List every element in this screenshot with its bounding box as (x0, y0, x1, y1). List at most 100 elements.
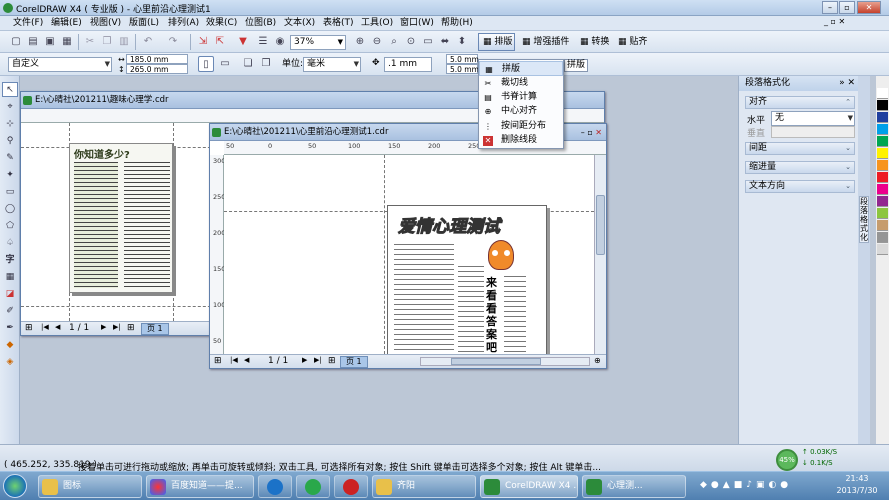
first-page-icon[interactable]: |◀ (41, 323, 49, 331)
scrollbar-thumb[interactable] (451, 358, 541, 365)
menu-table[interactable]: 表格(T) (320, 17, 357, 30)
menu-item-spine-calc[interactable]: ▤ 书脊计算 (479, 90, 563, 105)
taskbar-item-coreldraw[interactable]: CorelDRAW X4 ... (480, 475, 578, 498)
snap-button[interactable]: ▦ 贴齐 (616, 35, 649, 50)
zoom-height-icon[interactable]: ⬍ (454, 34, 470, 50)
doc-window-buttons[interactable]: – ▫ ✕ (581, 125, 602, 141)
pick-tool-icon[interactable]: ↖ (2, 82, 18, 97)
basic-shapes-tool-icon[interactable]: ♤ (2, 236, 18, 251)
convert-button[interactable]: ▦ 转换 (578, 35, 611, 50)
application-launcher-icon[interactable]: ▼ (235, 34, 251, 50)
menu-item-crop-marks[interactable]: ✂ 裁切线 (479, 76, 563, 91)
close-button[interactable]: ✕ (857, 1, 881, 14)
docker-close-icon[interactable]: » ✕ (839, 76, 855, 91)
color-swatch[interactable] (877, 148, 888, 159)
menu-item-paiban[interactable]: ▦ 拼版 (479, 61, 563, 76)
first-page-icon[interactable]: |◀ (230, 356, 238, 364)
color-swatch[interactable] (877, 232, 888, 243)
menu-arrange[interactable]: 排列(A) (165, 17, 202, 30)
menu-item-delete-lines[interactable]: ✕ 删除线段 (479, 133, 563, 148)
outline-tool-icon[interactable]: ✒ (2, 321, 18, 336)
export-icon[interactable]: ⇱ (212, 34, 228, 50)
current-page-icon[interactable]: ❐ (258, 56, 274, 72)
document-2-canvas[interactable]: 爱情心理测试 来看看答案吧 (224, 155, 594, 354)
save-icon[interactable]: ▣ (42, 34, 58, 50)
menu-item-center-align[interactable]: ⊕ 中心对齐 (479, 104, 563, 119)
smart-fill-tool-icon[interactable]: ✦ (2, 168, 18, 183)
taskbar-item-qiyang[interactable]: 齐阳 (372, 475, 476, 498)
vertical-scrollbar[interactable] (594, 155, 606, 354)
duplicate-x-input[interactable]: 5.0 mm (446, 54, 479, 64)
section-indent[interactable]: 缩进量 ⌄ (745, 161, 855, 174)
color-swatch[interactable] (877, 220, 888, 231)
duplicate-y-input[interactable]: 5.0 mm (446, 64, 479, 74)
zoom-width-icon[interactable]: ⬌ (437, 34, 453, 50)
zoom-all-icon[interactable]: ⊙ (403, 34, 419, 50)
zoom-selected-icon[interactable]: ⌕ (386, 34, 402, 50)
color-swatch[interactable] (877, 100, 888, 111)
prev-page-icon[interactable]: ◀ (244, 356, 249, 364)
scrollbar-thumb[interactable] (596, 195, 605, 255)
taskbar-item-doc[interactable]: 心理测... (582, 475, 686, 498)
menu-text[interactable]: 文本(X) (281, 17, 318, 30)
taskbar-item-browser[interactable]: 百度知道——提... (146, 475, 254, 498)
zoom-out-icon[interactable]: ⊖ (369, 34, 385, 50)
menu-help[interactable]: 帮助(H) (438, 17, 476, 30)
docker-tab-paragraph[interactable]: 段落格式化 (859, 196, 869, 243)
nudge-distance-input[interactable]: .1 mm (384, 57, 432, 72)
horizontal-align-select[interactable]: 无 ▼ (771, 111, 855, 126)
cut-icon[interactable]: ✂ (82, 34, 98, 50)
landscape-icon[interactable]: ▭ (217, 56, 233, 72)
eyedropper-tool-icon[interactable]: ✐ (2, 304, 18, 319)
menu-item-distribute[interactable]: ⋮ 按间距分布 (479, 119, 563, 134)
taskbar-item-folder[interactable]: 图标 (38, 475, 142, 498)
color-swatch[interactable] (877, 112, 888, 123)
page-preset-select[interactable]: 自定义 ▼ (8, 57, 112, 72)
page-width-input[interactable]: 185.0 mm (126, 54, 188, 64)
interactive-fill-tool-icon[interactable]: ◈ (2, 355, 18, 370)
page-nav-icon[interactable]: ⊞ (214, 356, 222, 366)
open-icon[interactable]: ▤ (25, 34, 41, 50)
next-page-icon[interactable]: ▶ (302, 356, 307, 364)
maximize-button[interactable]: ▫ (839, 1, 855, 14)
page-tab[interactable]: 页 1 (141, 323, 169, 335)
color-swatch[interactable] (877, 124, 888, 135)
color-swatch[interactable] (877, 172, 888, 183)
document-window-2[interactable]: E:\心晴社\201211\心里前沿心理测试1.cdr – ▫ ✕ 50 0 5… (209, 123, 607, 369)
corel-online-icon[interactable]: ◉ (272, 34, 288, 50)
add-page-icon[interactable]: ⊞ (127, 323, 135, 333)
blend-tool-icon[interactable]: ◪ (2, 287, 18, 302)
menu-window[interactable]: 窗口(W) (397, 17, 437, 30)
shape-tool-icon[interactable]: ⌖ (2, 100, 18, 115)
paiban-toolbar-button[interactable]: ▦ 排版 (478, 33, 515, 51)
next-page-icon[interactable]: ▶ (101, 323, 106, 331)
zoom-navigator-icon[interactable]: ⊕ (594, 356, 601, 365)
minimize-button[interactable]: – (822, 1, 838, 14)
last-page-icon[interactable]: ▶| (314, 356, 322, 364)
chevron-down-icon[interactable]: ▼ (338, 36, 343, 49)
all-pages-icon[interactable]: ❏ (240, 56, 256, 72)
zoom-tool-icon[interactable]: ⚲ (2, 134, 18, 149)
zoom-page-icon[interactable]: ▭ (420, 34, 436, 50)
menu-file[interactable]: 文件(F) (10, 17, 46, 30)
page-tab[interactable]: 页 1 (340, 356, 368, 368)
section-align[interactable]: 对齐 ⌃ (745, 96, 855, 109)
portrait-icon[interactable]: ▯ (198, 56, 214, 72)
color-swatch[interactable] (877, 208, 888, 219)
color-swatch[interactable] (877, 136, 888, 147)
section-text-direction[interactable]: 文本方向 ⌄ (745, 180, 855, 193)
taskbar-item-app-2[interactable] (296, 475, 330, 498)
page-nav-icon[interactable]: ⊞ (25, 323, 33, 333)
polygon-tool-icon[interactable]: ⬠ (2, 219, 18, 234)
last-page-icon[interactable]: ▶| (113, 323, 121, 331)
page-height-input[interactable]: 265.0 mm (126, 64, 188, 74)
section-spacing[interactable]: 间距 ⌄ (745, 142, 855, 155)
zoom-level-input[interactable]: 37% ▼ (290, 35, 346, 50)
ellipse-tool-icon[interactable]: ◯ (2, 202, 18, 217)
enhance-plugin-button[interactable]: ▦ 增强插件 (520, 35, 571, 50)
add-page-icon[interactable]: ⊞ (328, 356, 336, 366)
text-tool-icon[interactable]: 字 (2, 253, 18, 268)
zoom-in-icon[interactable]: ⊕ (352, 34, 368, 50)
welcome-screen-icon[interactable]: ☰ (255, 34, 271, 50)
menu-tools[interactable]: 工具(O) (358, 17, 396, 30)
